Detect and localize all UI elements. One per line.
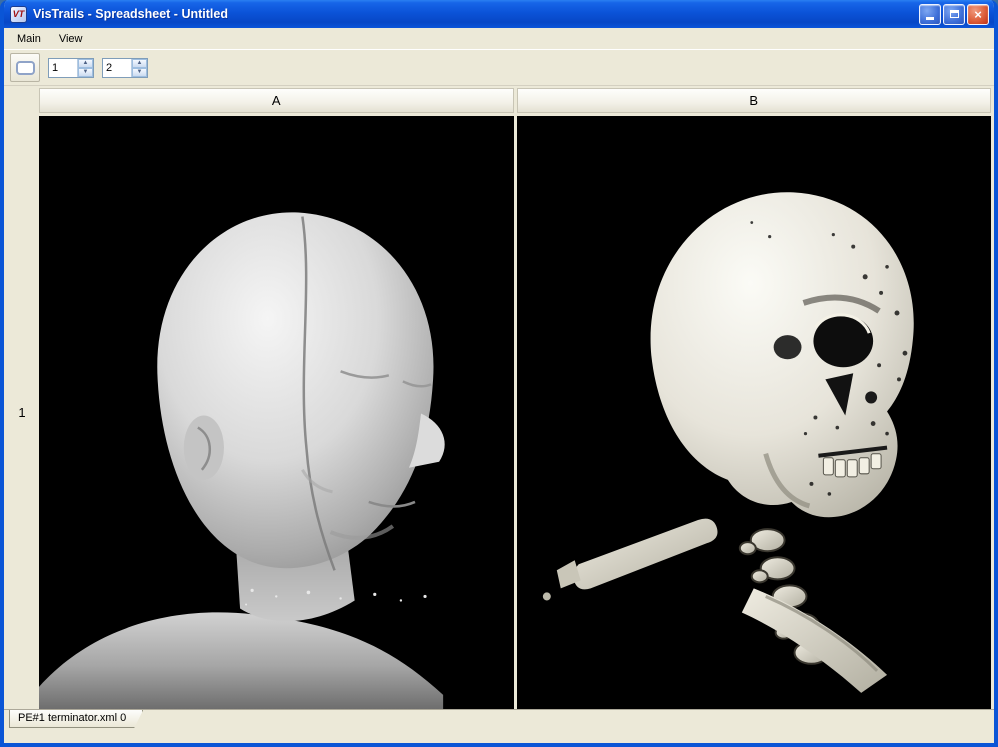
column-spin-down-icon[interactable]: ▼	[132, 68, 147, 77]
menu-view[interactable]: View	[50, 30, 92, 48]
column-header-b[interactable]: B	[517, 88, 992, 113]
spreadsheet: A B 1	[4, 86, 994, 709]
titlebar[interactable]: VT VisTrails - Spreadsheet - Untitled ×	[4, 0, 994, 28]
minimize-button[interactable]	[919, 4, 941, 25]
column-header-a[interactable]: A	[39, 88, 514, 113]
app-window: VT VisTrails - Spreadsheet - Untitled × …	[0, 0, 998, 747]
column-spin-buttons: ▲ ▼	[131, 59, 147, 77]
cell-b1-volume-render-skull[interactable]	[517, 116, 992, 709]
maximize-button[interactable]	[943, 4, 965, 25]
minimize-icon	[926, 17, 934, 20]
maximize-icon	[950, 10, 959, 18]
column-spin-up-icon[interactable]: ▲	[132, 59, 147, 68]
cell-a1-volume-render-head[interactable]	[39, 116, 514, 709]
app-icon: VT	[10, 6, 27, 23]
row-spin-up-icon[interactable]: ▲	[78, 59, 93, 68]
row-spin-buttons: ▲ ▼	[77, 59, 93, 77]
skull-render-image	[517, 116, 992, 709]
row-header-1[interactable]: 1	[8, 116, 36, 709]
row-count-spinner[interactable]: ▲ ▼	[48, 58, 94, 78]
window-bottom-frame	[4, 731, 994, 743]
menu-main[interactable]: Main	[8, 30, 50, 48]
column-count-spinner[interactable]: ▲ ▼	[102, 58, 148, 78]
sheet-tab-pe1[interactable]: PE#1 terminator.xml 0	[9, 710, 143, 728]
fit-cells-button[interactable]	[10, 53, 40, 82]
menubar: Main View	[4, 28, 994, 49]
sheet-row-1: 1	[8, 116, 991, 709]
window-controls: ×	[919, 4, 989, 25]
window-title: VisTrails - Spreadsheet - Untitled	[33, 7, 228, 21]
fit-cell-icon	[16, 61, 35, 75]
column-count-input[interactable]	[103, 59, 131, 77]
toolbar: ▲ ▼ ▲ ▼	[4, 49, 994, 86]
sheet-corner	[8, 88, 36, 113]
sheet-tabbar: PE#1 terminator.xml 0	[4, 709, 994, 731]
row-count-input[interactable]	[49, 59, 77, 77]
head-render-image	[39, 116, 514, 709]
row-spin-down-icon[interactable]: ▼	[78, 68, 93, 77]
column-header-row: A B	[8, 88, 991, 113]
close-icon: ×	[974, 8, 982, 21]
close-button[interactable]: ×	[967, 4, 989, 25]
